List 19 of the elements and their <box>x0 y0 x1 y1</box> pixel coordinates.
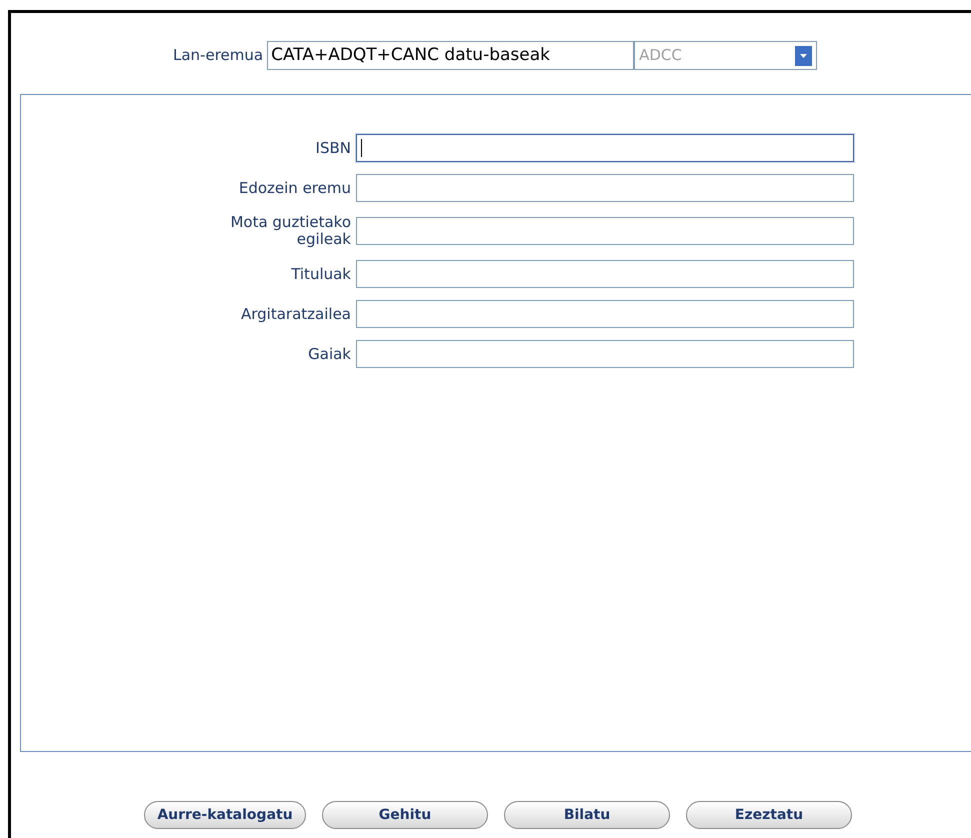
input-field[interactable] <box>356 174 854 202</box>
field-label: Argitaratzailea <box>240 306 351 322</box>
action-button[interactable]: Aurre-katalogatu <box>144 801 306 829</box>
field-label: ISBN <box>314 140 351 156</box>
input-field[interactable] <box>356 340 854 368</box>
action-button[interactable]: Bilatu <box>504 801 670 829</box>
input-field[interactable] <box>356 300 854 328</box>
workspace-label: Lan-eremua <box>173 45 264 66</box>
action-button[interactable]: Gehitu <box>322 801 488 829</box>
workspace-field[interactable]: CATA+ADQT+CANC datu-baseak <box>267 41 634 70</box>
input-field[interactable] <box>356 134 854 162</box>
field-label: Tituluak <box>290 266 351 282</box>
field-label: Edozein eremu <box>238 180 351 196</box>
field-label: Mota guztietako egileak <box>229 214 351 248</box>
input-field[interactable] <box>356 260 854 288</box>
field-label: Gaiak <box>307 346 351 362</box>
input-field[interactable] <box>356 217 854 245</box>
text-cursor-icon <box>361 139 362 157</box>
action-button[interactable]: Ezeztatu <box>686 801 852 829</box>
